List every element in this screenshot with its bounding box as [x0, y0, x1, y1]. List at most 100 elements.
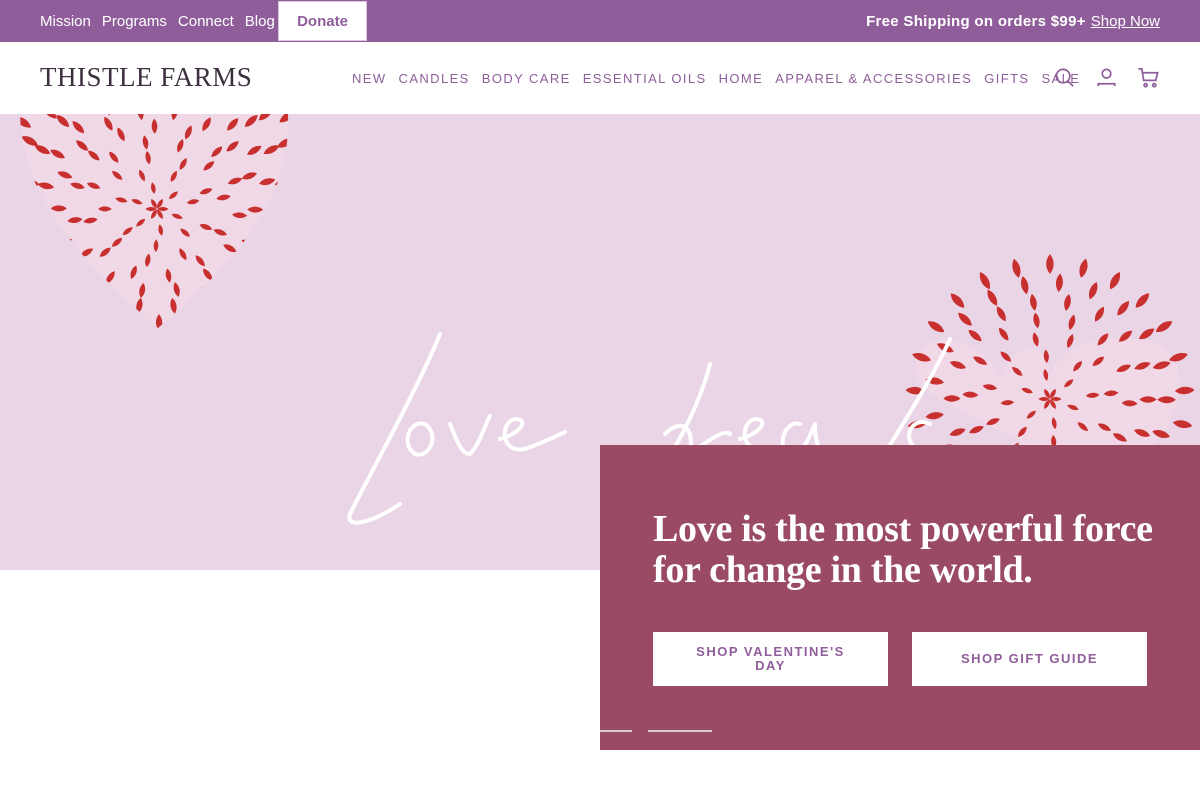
petal-mark — [215, 292, 231, 311]
petal-mark — [20, 236, 27, 248]
petal-mark — [63, 351, 79, 372]
petal-mark — [321, 191, 342, 200]
nav-home[interactable]: HOME — [719, 71, 764, 86]
petal-mark — [1132, 290, 1152, 311]
petal-mark — [976, 270, 993, 292]
donate-button[interactable]: Donate — [278, 1, 367, 41]
petal-mark — [27, 305, 48, 324]
cart-icon[interactable] — [1137, 66, 1160, 89]
util-link-connect[interactable]: Connect — [178, 13, 234, 30]
main-nav: NEW CANDLES BODY CARE ESSENTIAL OILS HOM… — [352, 42, 1092, 114]
petal-mark — [1032, 312, 1041, 329]
petal-mark — [20, 307, 30, 327]
petal-mark — [1031, 331, 1041, 348]
petal-mark — [0, 115, 15, 131]
petal-mark — [1114, 298, 1132, 318]
petal-mark — [269, 246, 288, 259]
petal-mark — [223, 265, 240, 280]
nav-gifts[interactable]: GIFTS — [984, 71, 1029, 86]
petal-mark — [20, 267, 39, 283]
petal-mark — [0, 148, 1, 161]
utility-bar: Mission Programs Connect Blog Donate Fre… — [0, 0, 1200, 42]
petal-mark — [0, 181, 9, 191]
petal-mark — [1065, 333, 1076, 350]
petal-mark — [286, 239, 289, 251]
petal-mark — [996, 325, 1011, 343]
petal-mark — [135, 327, 144, 328]
petal-mark — [287, 170, 289, 182]
petal-mark — [1019, 275, 1031, 296]
petal-mark — [279, 313, 289, 328]
petal-mark — [301, 243, 322, 255]
petal-mark — [1172, 418, 1194, 430]
shop-valentines-button[interactable]: SHOP VALENTINE'S DAY — [653, 632, 888, 686]
petal-mark — [1106, 270, 1124, 292]
petal-mark — [20, 278, 28, 295]
petal-mark — [26, 246, 45, 259]
petal-mark — [307, 210, 327, 218]
petal-mark — [270, 300, 289, 319]
util-link-programs[interactable]: Programs — [102, 13, 167, 30]
petal-mark — [304, 175, 324, 186]
util-link-blog[interactable]: Blog — [245, 13, 275, 30]
petal-mark — [247, 324, 266, 328]
petal-mark — [0, 249, 14, 262]
petal-mark — [313, 257, 335, 270]
petal-mark — [166, 373, 175, 394]
petal-mark — [261, 211, 279, 220]
nav-essential-oils[interactable]: ESSENTIAL OILS — [583, 71, 707, 86]
nav-candles[interactable]: CANDLES — [399, 71, 470, 86]
petal-heart-left — [0, 114, 342, 394]
petal-mark — [189, 354, 201, 375]
logo[interactable]: THISTLE FARMS — [40, 62, 252, 93]
petal-mark — [86, 345, 100, 366]
petal-mark — [100, 285, 115, 303]
petal-mark — [43, 246, 62, 259]
petal-mark — [38, 295, 58, 313]
petal-mark — [0, 217, 8, 226]
petal-mark — [201, 334, 214, 354]
petal-mark — [169, 343, 178, 362]
hero-message-card: Love is the most powerful force for chan… — [600, 445, 1200, 750]
nav-new[interactable]: NEW — [352, 71, 387, 86]
petal-mark — [120, 355, 131, 375]
slide-dot-1[interactable] — [600, 730, 632, 732]
petal-mark — [229, 318, 247, 328]
search-icon[interactable] — [1053, 66, 1076, 89]
petal-mark — [994, 304, 1009, 323]
promo-text: Free Shipping on orders $99+ — [866, 12, 1086, 30]
petal-mark — [61, 273, 78, 290]
petal-mark — [0, 280, 12, 296]
petal-mark — [120, 309, 131, 328]
petal-mark — [1028, 293, 1039, 312]
petal-mark — [230, 300, 247, 318]
petal-mark — [186, 307, 199, 326]
petal-mark — [99, 317, 113, 328]
petal-mark — [274, 269, 289, 285]
nav-body-care[interactable]: BODY CARE — [482, 71, 571, 86]
util-link-mission[interactable]: Mission — [40, 13, 91, 30]
petal-mark — [201, 317, 215, 328]
petal-mark — [315, 155, 336, 168]
petal-mark — [276, 213, 289, 222]
shop-now-link[interactable]: Shop Now — [1091, 13, 1160, 30]
petal-mark — [20, 213, 38, 222]
petal-mark — [34, 332, 53, 352]
nav-apparel-accessories[interactable]: APPAREL & ACCESSORIES — [775, 71, 972, 86]
petal-mark — [1086, 280, 1100, 301]
petal-mark — [0, 146, 18, 160]
petal-mark — [292, 207, 311, 214]
slide-dot-2[interactable] — [648, 730, 712, 732]
petal-mark — [253, 275, 272, 292]
petal-mark — [198, 367, 211, 388]
petal-mark — [998, 349, 1014, 364]
account-icon[interactable] — [1095, 66, 1118, 89]
petal-mark — [73, 264, 90, 280]
shop-gift-guide-button[interactable]: SHOP GIFT GUIDE — [912, 632, 1147, 686]
petal-mark — [35, 215, 53, 224]
petal-mark — [948, 290, 967, 311]
petal-mark — [98, 334, 111, 354]
petal-mark — [984, 287, 1000, 308]
petal-mark — [65, 317, 83, 328]
petal-mark — [1077, 257, 1090, 279]
